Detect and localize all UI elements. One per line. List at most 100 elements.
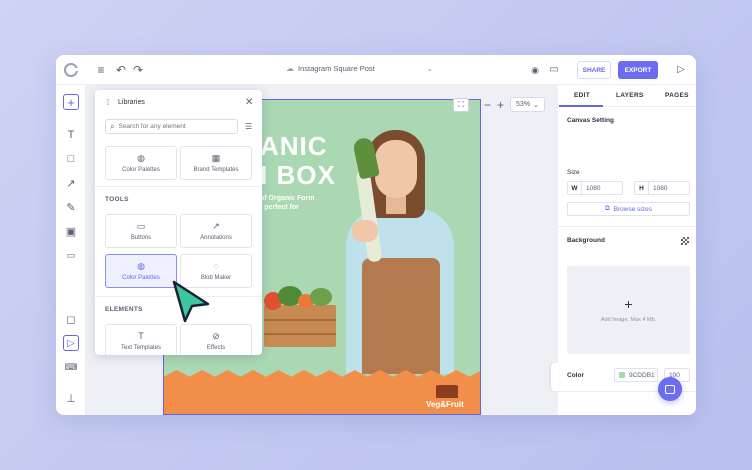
tile-brand-templates[interactable]: ▦ Brand Templates [180, 146, 252, 180]
chevron-down-icon[interactable]: ⌄ [427, 65, 433, 73]
width-key: W [568, 182, 582, 194]
pointer-cursor-icon [172, 280, 210, 323]
headline-text[interactable]: ANIC I BOX [260, 132, 336, 190]
export-button[interactable]: EXPORT [618, 61, 658, 79]
background-color-field[interactable]: 9CDDB1 [614, 368, 658, 382]
undo-icon[interactable]: ↶ [114, 63, 128, 77]
dropzone-hint: Add Image. Max 4 Mb. [600, 317, 657, 323]
hamburger-menu-icon[interactable]: ≡ [94, 63, 108, 77]
drag-handle-icon[interactable]: ⁞⁞ [106, 98, 110, 107]
text-tool-icon[interactable]: T [63, 127, 79, 143]
text-template-icon: T [138, 330, 144, 341]
add-element-icon[interactable]: + [63, 94, 79, 110]
brand-text[interactable]: Veg&Fruit [426, 400, 464, 409]
greens-image [310, 288, 332, 306]
play-icon[interactable]: ▷ [674, 63, 688, 77]
tile-label: Brand Templates [193, 166, 239, 173]
color-hex-value: 9CDDB1 [629, 371, 655, 379]
plus-icon: + [624, 296, 633, 312]
subline-1: of Organic Form [260, 195, 315, 202]
line-tool-icon[interactable]: ↗ [63, 175, 79, 191]
preview-dot-icon[interactable]: ◉ [528, 63, 542, 77]
height-field[interactable]: H 1080 [634, 181, 690, 195]
arrow-icon: ↗ [212, 220, 220, 231]
chat-icon [665, 384, 675, 394]
align-icon[interactable]: ⊥ [63, 390, 79, 406]
tile-label: Text Templates [121, 344, 161, 351]
fit-screen-icon[interactable]: ⛶ [453, 98, 469, 112]
subline-2: t perfect for [260, 204, 299, 211]
size-label: Size [567, 169, 580, 176]
background-heading: Background [567, 237, 605, 244]
redo-icon[interactable]: ↷ [131, 63, 145, 77]
tools-heading: TOOLS [105, 196, 129, 203]
libraries-title: Libraries [118, 99, 145, 106]
share-button[interactable]: SHARE [577, 61, 611, 79]
height-key: H [635, 182, 649, 194]
tile-text-templates[interactable]: T Text Templates [105, 324, 177, 355]
chat-support-button[interactable] [658, 377, 682, 401]
zoom-select[interactable]: 53% ⌄ [510, 97, 545, 112]
left-toolbar: + T □ ↗ ✎ ▣ ▭ ◻ ▷ ⌨ ⊥ [56, 85, 86, 415]
tab-layers[interactable]: LAYERS [616, 92, 644, 99]
chevron-down-icon: ⌄ [533, 101, 539, 109]
select-tool-icon[interactable]: ▷ [63, 335, 79, 351]
height-value: 1080 [653, 184, 668, 192]
width-field[interactable]: W 1080 [567, 181, 623, 195]
comment-icon[interactable]: ▭ [547, 63, 561, 77]
palette-icon: ◍ [137, 152, 145, 163]
width-value: 1080 [586, 184, 601, 192]
color-label: Color [567, 372, 584, 379]
tile-effects[interactable]: ⊘ Effects [180, 324, 252, 355]
tile-label: Effects [206, 344, 226, 351]
close-icon[interactable]: ✕ [245, 97, 253, 108]
document-title[interactable]: ☁ Instagram Square Post ⌄ [286, 64, 433, 73]
tab-edit[interactable]: EDIT [574, 92, 590, 99]
document-title-text: Instagram Square Post [298, 64, 375, 73]
background-image-dropzone[interactable]: + Add Image. Max 4 Mb. [567, 266, 690, 354]
tile-color-palettes-top[interactable]: ◍ Color Palettes [105, 146, 177, 180]
frame-tool-icon[interactable]: ◻ [63, 311, 79, 327]
zoom-value: 53% [516, 101, 531, 108]
person-hand [352, 220, 378, 242]
divider [558, 226, 696, 227]
resize-icon: ⧉ [605, 205, 610, 212]
zoom-in-icon[interactable]: + [497, 99, 504, 111]
transparency-icon[interactable] [681, 237, 689, 245]
blob-icon: ◌ [213, 260, 219, 271]
shape-tool-icon[interactable]: □ [63, 151, 79, 167]
tile-annotations[interactable]: ↗ Annotations [180, 214, 252, 248]
search-icon: ⌕ [110, 121, 115, 131]
browse-sizes-label: Browse sizes [613, 205, 652, 213]
brand-logo-icon [436, 385, 458, 398]
app-window: ≡ ↶ ↷ ☁ Instagram Square Post ⌄ ◉ ▭ SHAR… [56, 55, 696, 415]
zoom-out-icon[interactable]: − [484, 99, 491, 111]
library-search[interactable]: ⌕ [105, 119, 238, 134]
image-tool-icon[interactable]: ▣ [63, 223, 79, 239]
list-view-icon[interactable]: ☰ [245, 122, 252, 131]
collapse-panel-handle[interactable] [551, 363, 559, 391]
button-icon: ▭ [136, 220, 146, 231]
button-tool-icon[interactable]: ▭ [63, 247, 79, 263]
cloud-icon: ☁ [286, 64, 294, 73]
headline-line2: I BOX [260, 160, 336, 190]
vegetable-crate-image[interactable] [264, 305, 336, 347]
panel-tabs: EDIT LAYERS PAGES [558, 85, 696, 107]
brand-templates-icon: ▦ [211, 152, 221, 163]
app-logo-icon[interactable] [64, 63, 78, 77]
pen-tool-icon[interactable]: ✎ [63, 199, 79, 215]
person-apron [362, 258, 440, 374]
effects-icon: ⊘ [212, 330, 220, 341]
palette-icon: ◍ [137, 260, 145, 271]
tile-buttons[interactable]: ▭ Buttons [105, 214, 177, 248]
tab-pages[interactable]: PAGES [665, 92, 689, 99]
browse-sizes-button[interactable]: ⧉ Browse sizes [567, 202, 690, 216]
color-swatch[interactable] [619, 372, 625, 378]
active-tab-indicator [559, 105, 603, 107]
elements-heading: ELEMENTS [105, 306, 143, 313]
headline-line1: ANIC [260, 131, 328, 161]
library-search-input[interactable] [118, 123, 229, 130]
subheadline-text[interactable]: of Organic Form t perfect for [260, 194, 314, 212]
tile-color-palettes[interactable]: ◍ Color Palettes [105, 254, 177, 288]
keyboard-icon[interactable]: ⌨ [63, 359, 79, 375]
